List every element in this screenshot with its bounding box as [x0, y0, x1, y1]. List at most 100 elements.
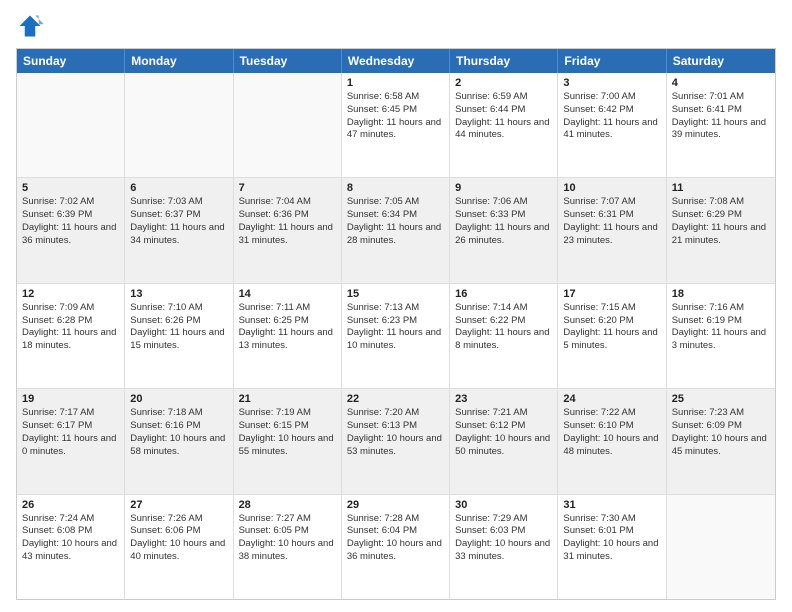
day-cell-23: 23 Sunrise: 7:21 AM Sunset: 6:12 PM Dayli… [450, 389, 558, 493]
day-cell-2: 2 Sunrise: 6:59 AM Sunset: 6:44 PM Daylig… [450, 73, 558, 177]
day-info: Sunrise: 7:07 AM Sunset: 6:31 PM Dayligh… [563, 196, 660, 247]
day-cell-6: 6 Sunrise: 7:03 AM Sunset: 6:37 PM Daylig… [125, 178, 233, 282]
day-number: 31 [563, 499, 660, 511]
day-info: Sunrise: 7:21 AM Sunset: 6:12 PM Dayligh… [455, 407, 552, 458]
day-number: 14 [239, 288, 336, 300]
day-cell-5: 5Sunrise: 7:02 AM Sunset: 6:39 PM Daylig… [17, 178, 125, 282]
day-info: Sunrise: 7:06 AM Sunset: 6:33 PM Dayligh… [455, 196, 552, 247]
day-info: Sunrise: 7:16 AM Sunset: 6:19 PM Dayligh… [672, 302, 770, 353]
empty-cell [125, 73, 233, 177]
day-info: Sunrise: 7:14 AM Sunset: 6:22 PM Dayligh… [455, 302, 552, 353]
calendar-week-5: 26Sunrise: 7:24 AM Sunset: 6:08 PM Dayli… [17, 495, 775, 599]
day-cell-26: 26Sunrise: 7:24 AM Sunset: 6:08 PM Dayli… [17, 495, 125, 599]
day-info: Sunrise: 7:01 AM Sunset: 6:41 PM Dayligh… [672, 91, 770, 142]
logo-icon [16, 12, 44, 40]
day-info: Sunrise: 7:20 AM Sunset: 6:13 PM Dayligh… [347, 407, 444, 458]
day-info: Sunrise: 6:58 AM Sunset: 6:45 PM Dayligh… [347, 91, 444, 142]
day-cell-3: 3Sunrise: 7:00 AM Sunset: 6:42 PM Daylig… [558, 73, 666, 177]
empty-cell [17, 73, 125, 177]
day-cell-30: 30 Sunrise: 7:29 AM Sunset: 6:03 PM Dayli… [450, 495, 558, 599]
day-number: 2 [455, 77, 552, 89]
calendar-week-4: 19 Sunrise: 7:17 AM Sunset: 6:17 PM Dayli… [17, 389, 775, 494]
day-number: 13 [130, 288, 227, 300]
header-day-thursday: Thursday [450, 49, 558, 73]
day-cell-4: 4 Sunrise: 7:01 AM Sunset: 6:41 PM Daylig… [667, 73, 775, 177]
logo [16, 12, 48, 40]
day-info: Sunrise: 6:59 AM Sunset: 6:44 PM Dayligh… [455, 91, 552, 142]
day-number: 5 [22, 182, 119, 194]
header-day-monday: Monday [125, 49, 233, 73]
day-number: 9 [455, 182, 552, 194]
day-info: Sunrise: 7:29 AM Sunset: 6:03 PM Dayligh… [455, 513, 552, 564]
day-cell-19: 19 Sunrise: 7:17 AM Sunset: 6:17 PM Dayli… [17, 389, 125, 493]
day-info: Sunrise: 7:17 AM Sunset: 6:17 PM Dayligh… [22, 407, 119, 458]
day-cell-21: 21 Sunrise: 7:19 AM Sunset: 6:15 PM Dayli… [234, 389, 342, 493]
day-info: Sunrise: 7:00 AM Sunset: 6:42 PM Dayligh… [563, 91, 660, 142]
day-info: Sunrise: 7:23 AM Sunset: 6:09 PM Dayligh… [672, 407, 770, 458]
page: SundayMondayTuesdayWednesdayThursdayFrid… [0, 0, 792, 612]
day-info: Sunrise: 7:19 AM Sunset: 6:15 PM Dayligh… [239, 407, 336, 458]
header [16, 12, 776, 40]
day-cell-22: 22 Sunrise: 7:20 AM Sunset: 6:13 PM Dayli… [342, 389, 450, 493]
day-number: 30 [455, 499, 552, 511]
day-info: Sunrise: 7:09 AM Sunset: 6:28 PM Dayligh… [22, 302, 119, 353]
day-cell-7: 7 Sunrise: 7:04 AM Sunset: 6:36 PM Daylig… [234, 178, 342, 282]
day-number: 18 [672, 288, 770, 300]
header-day-sunday: Sunday [17, 49, 125, 73]
calendar-week-1: 1 Sunrise: 6:58 AM Sunset: 6:45 PM Daylig… [17, 73, 775, 178]
day-number: 19 [22, 393, 119, 405]
day-cell-24: 24 Sunrise: 7:22 AM Sunset: 6:10 PM Dayli… [558, 389, 666, 493]
day-number: 1 [347, 77, 444, 89]
day-cell-10: 10 Sunrise: 7:07 AM Sunset: 6:31 PM Dayli… [558, 178, 666, 282]
header-day-wednesday: Wednesday [342, 49, 450, 73]
day-cell-17: 17 Sunrise: 7:15 AM Sunset: 6:20 PM Dayli… [558, 284, 666, 388]
day-number: 17 [563, 288, 660, 300]
day-number: 25 [672, 393, 770, 405]
day-info: Sunrise: 7:11 AM Sunset: 6:25 PM Dayligh… [239, 302, 336, 353]
day-cell-27: 27Sunrise: 7:26 AM Sunset: 6:06 PM Dayli… [125, 495, 233, 599]
day-info: Sunrise: 7:05 AM Sunset: 6:34 PM Dayligh… [347, 196, 444, 247]
day-cell-20: 20 Sunrise: 7:18 AM Sunset: 6:16 PM Dayli… [125, 389, 233, 493]
day-number: 22 [347, 393, 444, 405]
day-number: 11 [672, 182, 770, 194]
day-info: Sunrise: 7:04 AM Sunset: 6:36 PM Dayligh… [239, 196, 336, 247]
day-number: 26 [22, 499, 119, 511]
day-cell-15: 15Sunrise: 7:13 AM Sunset: 6:23 PM Dayli… [342, 284, 450, 388]
day-number: 6 [130, 182, 227, 194]
header-day-tuesday: Tuesday [234, 49, 342, 73]
day-number: 4 [672, 77, 770, 89]
day-number: 12 [22, 288, 119, 300]
day-cell-14: 14 Sunrise: 7:11 AM Sunset: 6:25 PM Dayli… [234, 284, 342, 388]
day-info: Sunrise: 7:15 AM Sunset: 6:20 PM Dayligh… [563, 302, 660, 353]
day-cell-11: 11 Sunrise: 7:08 AM Sunset: 6:29 PM Dayli… [667, 178, 775, 282]
day-number: 8 [347, 182, 444, 194]
day-cell-16: 16 Sunrise: 7:14 AM Sunset: 6:22 PM Dayli… [450, 284, 558, 388]
header-day-friday: Friday [558, 49, 666, 73]
day-number: 16 [455, 288, 552, 300]
day-info: Sunrise: 7:30 AM Sunset: 6:01 PM Dayligh… [563, 513, 660, 564]
day-number: 7 [239, 182, 336, 194]
calendar: SundayMondayTuesdayWednesdayThursdayFrid… [16, 48, 776, 600]
calendar-week-3: 12 Sunrise: 7:09 AM Sunset: 6:28 PM Dayli… [17, 284, 775, 389]
day-number: 23 [455, 393, 552, 405]
day-number: 10 [563, 182, 660, 194]
day-cell-29: 29 Sunrise: 7:28 AM Sunset: 6:04 PM Dayli… [342, 495, 450, 599]
day-info: Sunrise: 7:13 AM Sunset: 6:23 PM Dayligh… [347, 302, 444, 353]
day-info: Sunrise: 7:08 AM Sunset: 6:29 PM Dayligh… [672, 196, 770, 247]
day-cell-25: 25 Sunrise: 7:23 AM Sunset: 6:09 PM Dayli… [667, 389, 775, 493]
day-cell-13: 13Sunrise: 7:10 AM Sunset: 6:26 PM Dayli… [125, 284, 233, 388]
day-number: 29 [347, 499, 444, 511]
day-cell-18: 18 Sunrise: 7:16 AM Sunset: 6:19 PM Dayli… [667, 284, 775, 388]
day-cell-28: 28Sunrise: 7:27 AM Sunset: 6:05 PM Dayli… [234, 495, 342, 599]
day-info: Sunrise: 7:03 AM Sunset: 6:37 PM Dayligh… [130, 196, 227, 247]
day-info: Sunrise: 7:18 AM Sunset: 6:16 PM Dayligh… [130, 407, 227, 458]
day-number: 20 [130, 393, 227, 405]
calendar-header-row: SundayMondayTuesdayWednesdayThursdayFrid… [17, 49, 775, 73]
day-cell-31: 31 Sunrise: 7:30 AM Sunset: 6:01 PM Dayli… [558, 495, 666, 599]
day-number: 24 [563, 393, 660, 405]
day-number: 21 [239, 393, 336, 405]
day-info: Sunrise: 7:22 AM Sunset: 6:10 PM Dayligh… [563, 407, 660, 458]
day-info: Sunrise: 7:28 AM Sunset: 6:04 PM Dayligh… [347, 513, 444, 564]
day-cell-1: 1 Sunrise: 6:58 AM Sunset: 6:45 PM Daylig… [342, 73, 450, 177]
header-day-saturday: Saturday [667, 49, 775, 73]
